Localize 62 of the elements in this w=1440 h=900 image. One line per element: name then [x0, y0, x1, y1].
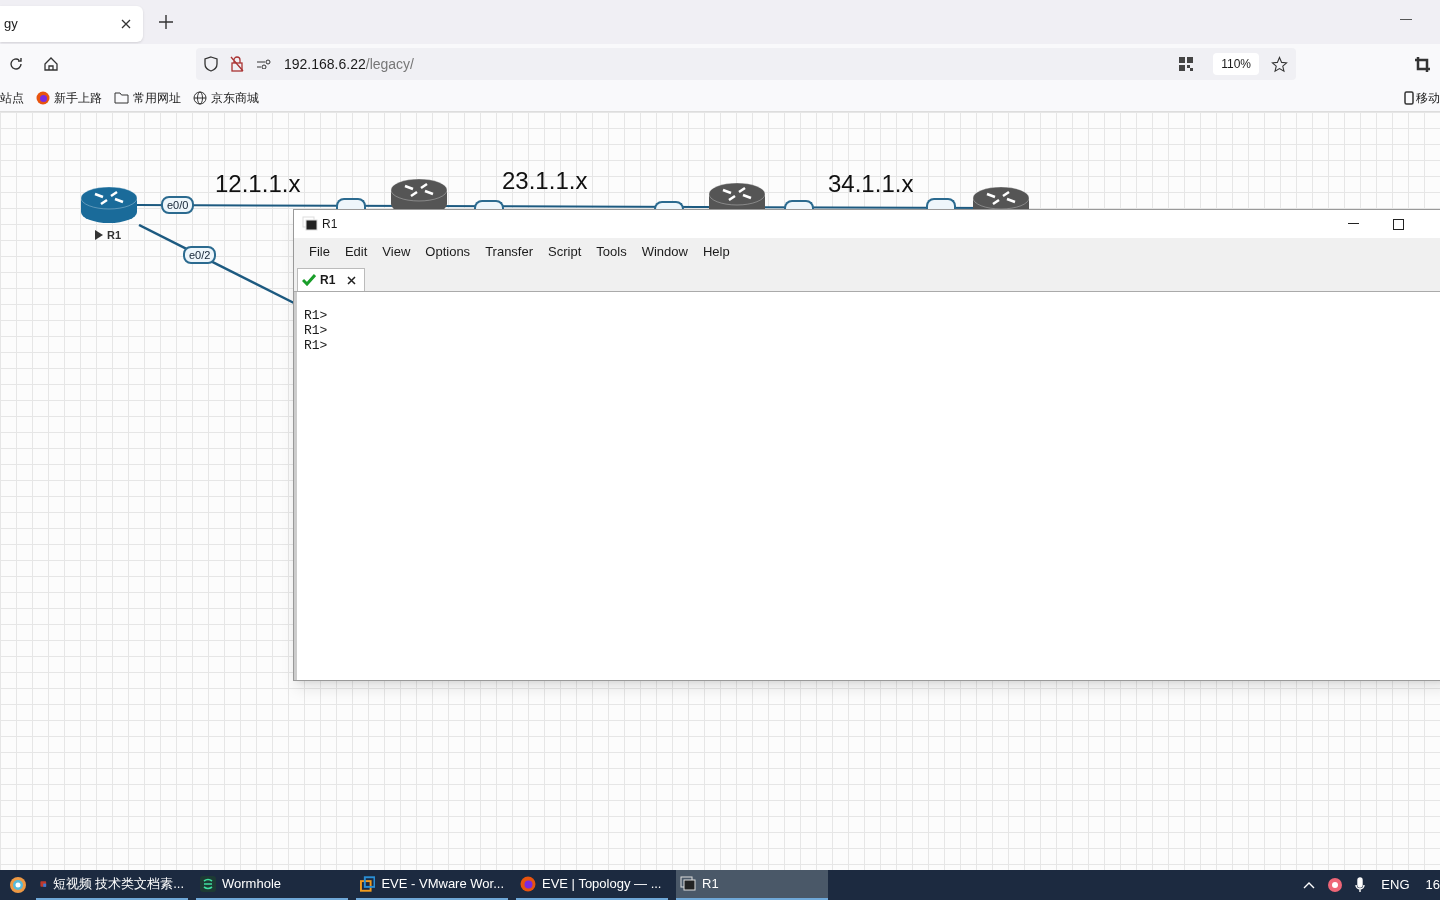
vmware-icon — [360, 876, 376, 892]
qr-code-icon[interactable] — [1179, 57, 1194, 71]
microphone-icon[interactable] — [1355, 877, 1366, 893]
menu-item[interactable]: View — [382, 241, 411, 262]
crop-icon[interactable] — [1415, 56, 1430, 72]
play-icon — [95, 230, 103, 241]
bookmark-item[interactable]: 常用网址 — [114, 88, 181, 107]
reload-icon[interactable] — [8, 56, 24, 72]
taskbar-item[interactable]: 短视频 技术类文档素... — [36, 870, 188, 900]
terminal-output: R1> R1> R1> — [294, 292, 1440, 680]
globe-icon — [193, 90, 207, 105]
start-icon[interactable] — [9, 876, 27, 894]
taskbar-item[interactable]: EVE | Topology — ... — [516, 870, 668, 900]
firefox-icon — [36, 90, 50, 105]
close-icon[interactable] — [121, 19, 131, 29]
language-indicator[interactable]: ENG — [1381, 875, 1410, 895]
subnet-label: 23.1.1.x — [502, 166, 588, 196]
shield-icon — [204, 56, 218, 72]
zoom-level[interactable]: 110% — [1213, 53, 1259, 75]
menu-item[interactable]: Script — [548, 241, 582, 262]
menu-item[interactable]: Window — [641, 241, 688, 262]
taskbar-item[interactable]: R1 — [676, 870, 828, 900]
bookmark-item[interactable]: 新手上路 — [36, 88, 102, 107]
menu-item[interactable]: Transfer — [485, 241, 534, 262]
port-label: e0/2 — [183, 246, 217, 264]
taskbar-item[interactable]: Wormhole — [196, 870, 348, 900]
window-title: R1 — [322, 216, 338, 233]
bookmark-item[interactable]: 京东商城 — [193, 88, 259, 107]
close-icon[interactable] — [347, 275, 357, 285]
router-icon[interactable] — [80, 186, 138, 226]
folder-icon — [114, 91, 129, 104]
subnet-label: 34.1.1.x — [828, 169, 914, 199]
star-icon[interactable] — [1271, 55, 1288, 73]
node-label: R1 — [95, 227, 122, 244]
bookmark-item[interactable]: 移动 — [1404, 88, 1440, 107]
lock-icon — [230, 56, 244, 72]
menu-item[interactable]: Options — [425, 241, 471, 262]
phone-icon — [1404, 90, 1414, 105]
minimize-icon[interactable] — [1348, 223, 1359, 225]
address-bar[interactable]: 192.168.6.22/legacy/ 110% — [196, 48, 1296, 80]
settings-icon — [256, 59, 272, 69]
browser-tab[interactable]: gy — [0, 6, 143, 42]
subnet-label: 12.1.1.x — [215, 169, 301, 199]
minimize-icon[interactable] — [1400, 19, 1412, 21]
firefox-icon — [520, 876, 536, 892]
menu-item[interactable]: Help — [702, 241, 730, 262]
new-tab-icon[interactable] — [159, 15, 173, 29]
menu-item[interactable]: Edit — [344, 241, 368, 262]
url-text: 192.168.6.22/legacy/ — [284, 54, 414, 74]
home-icon[interactable] — [43, 56, 59, 72]
chevron-up-icon[interactable] — [1303, 881, 1316, 889]
check-icon — [302, 274, 316, 286]
taskbar-item[interactable]: EVE - VMware Wor... — [356, 870, 508, 900]
terminal-icon — [302, 216, 318, 232]
bookmark-item[interactable]: 站点 — [0, 88, 24, 107]
terminal-icon — [680, 876, 696, 892]
menu-item[interactable]: File — [309, 241, 330, 262]
clock[interactable]: 16 — [1425, 875, 1440, 895]
maximize-icon[interactable] — [1393, 218, 1404, 230]
session-tab[interactable]: R1 — [297, 268, 366, 291]
port-label: e0/0 — [161, 196, 195, 214]
menu-item[interactable]: Tools — [596, 241, 627, 262]
